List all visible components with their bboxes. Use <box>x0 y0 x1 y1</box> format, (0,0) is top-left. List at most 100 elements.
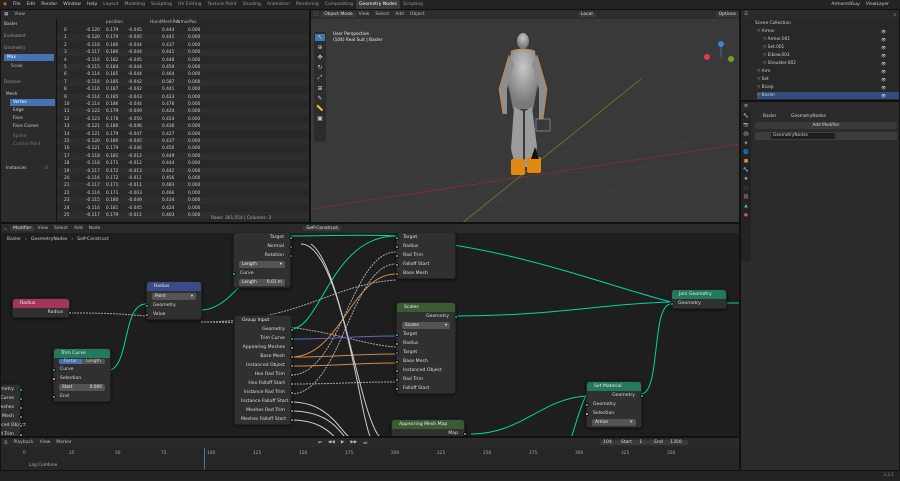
socket-selection[interactable]: Selection <box>584 409 641 418</box>
tool-tab-icon[interactable]: 🔧 <box>743 114 749 119</box>
outliner-item[interactable]: ▽ Armor 👁 <box>757 28 899 35</box>
visibility-icon[interactable]: 👁 <box>881 44 886 51</box>
menu-file[interactable]: File <box>10 2 24 7</box>
particles-tab-icon[interactable]: ✺ <box>744 177 748 182</box>
socket[interactable]: Falloff Start <box>394 384 455 393</box>
prev-key-icon[interactable]: ◀◀ <box>325 440 338 445</box>
socket[interactable]: Trim Curve <box>235 334 294 343</box>
annotate-tool-icon[interactable]: ✎ <box>317 95 322 102</box>
visibility-icon[interactable]: 👁 <box>881 36 886 43</box>
menu-window[interactable]: Window <box>60 2 84 7</box>
evaluated-mode[interactable]: Evaluated <box>4 33 26 40</box>
menu-help[interactable]: Help <box>84 2 100 7</box>
tab-uv-editing[interactable]: UV Editing <box>175 0 204 9</box>
end-frame-field[interactable]: End 1350 <box>648 440 688 445</box>
menu-add[interactable]: Add <box>392 12 407 17</box>
item-max[interactable]: Max <box>4 54 54 61</box>
node-length[interactable]: Target Normal Rotation Length ▾ Curve Len… <box>231 233 293 288</box>
socket[interactable]: Hex Falloff Start <box>235 379 294 388</box>
viewport-canvas[interactable] <box>311 19 740 223</box>
socket[interactable]: Target <box>394 233 455 242</box>
object-tab-icon[interactable]: ■ <box>744 159 748 164</box>
outliner-item[interactable]: ▽ Armor.001 👁 <box>763 36 899 43</box>
scale-tool-icon[interactable]: ⤢ <box>318 74 323 82</box>
editor-type-icon[interactable]: ▦ <box>1 12 11 17</box>
length-button[interactable]: Length <box>82 359 105 364</box>
visibility-icon[interactable]: 👁 <box>881 28 886 35</box>
move-tool-icon[interactable]: ✥ <box>317 54 322 61</box>
socket-map[interactable]: Map <box>392 429 467 436</box>
transform-orientation[interactable]: Local <box>577 12 596 17</box>
tab-texture-paint[interactable]: Texture Paint <box>205 0 240 9</box>
socket-curve[interactable]: Curve <box>231 269 290 278</box>
socket-radius[interactable]: Radius <box>13 308 72 317</box>
column-header[interactable]: position <box>106 19 123 26</box>
socket[interactable]: Falloff Start <box>394 260 455 269</box>
domain-face-corner[interactable]: Face Corner <box>13 123 39 130</box>
menu-view[interactable]: View <box>37 440 54 445</box>
measure-tool-icon[interactable]: 📏 <box>316 105 323 112</box>
menu-edit[interactable]: Edit <box>23 2 38 7</box>
transform-tool-icon[interactable]: ⊞ <box>317 85 322 92</box>
world-tab-icon[interactable]: 🌐 <box>743 150 749 155</box>
socket[interactable]: Hex Rad Trim <box>235 370 294 379</box>
tab-modeling[interactable]: Modeling <box>122 0 148 9</box>
play-icon[interactable]: ▶ <box>338 440 347 445</box>
domain-edge[interactable]: Edge <box>13 107 24 114</box>
socket-geometry[interactable]: Geometry <box>669 299 726 308</box>
menu-render[interactable]: Render <box>38 2 60 7</box>
render-tab-icon[interactable]: 📷 <box>743 123 749 128</box>
socket[interactable]: Base Mesh <box>394 357 455 366</box>
view-layer-selector[interactable]: ViewLayer <box>863 2 892 7</box>
domain-vertex[interactable]: Vertex <box>10 99 55 106</box>
node-set-radius[interactable]: Target Radius Rad Trim Falloff Start Base Me… <box>394 233 456 279</box>
output-tab-icon[interactable]: 🖨 <box>743 132 749 137</box>
domain-instances[interactable]: Instances <box>6 165 27 172</box>
socket[interactable]: Instanced Object <box>235 361 294 370</box>
menu-playback[interactable]: Playback <box>11 440 37 445</box>
menu-marker[interactable]: Marker <box>53 440 75 445</box>
node-scales[interactable]: Scales Geometry Scales ▾ Target Radius Targ… <box>394 302 458 394</box>
socket[interactable]: Rad Trim <box>1 430 23 436</box>
socket-value[interactable]: Value <box>144 310 201 319</box>
socket-curve[interactable]: Curve <box>51 365 110 374</box>
socket[interactable]: Appearing Meshes <box>235 343 294 352</box>
socket[interactable]: Target <box>394 330 455 339</box>
node-join-geometry[interactable]: Join Geometry Geometry <box>669 289 727 309</box>
node-group-input[interactable]: Group Input Geometry Trim Curve Appearing … <box>234 315 294 425</box>
playhead[interactable] <box>204 448 205 470</box>
socket[interactable]: Geometry <box>235 325 294 334</box>
tab-geometry-nodes[interactable]: Geometry Nodes <box>356 0 400 9</box>
menu-select[interactable]: Select <box>372 12 392 17</box>
editor-type-icon[interactable]: ☰ <box>741 12 751 17</box>
outliner-item[interactable]: ▽ Basler 👁 <box>757 92 899 99</box>
node-radius[interactable]: Radius Point ▾ Geometry Value <box>144 281 202 320</box>
item-scale[interactable]: Scale <box>11 63 23 70</box>
tab-scripting[interactable]: Scripting <box>400 0 426 9</box>
select-tool-icon[interactable]: ↖ <box>315 34 325 41</box>
outliner-item[interactable]: ▽ Set 👁 <box>757 76 899 83</box>
tab-shading[interactable]: Shading <box>240 0 264 9</box>
node-trim-curve[interactable]: Trim Curve Factor Length Curve Selection… <box>51 348 111 402</box>
length-field[interactable]: Length 0.01 m <box>239 279 285 286</box>
socket-target[interactable]: Target <box>234 233 293 242</box>
character-model[interactable] <box>498 33 551 175</box>
scene-tab-icon[interactable]: ◈ <box>744 141 747 146</box>
rotate-tool-icon[interactable]: ↻ <box>317 64 322 71</box>
modifier-name-field[interactable]: GeometryNodes <box>771 133 835 139</box>
menu-object[interactable]: Object <box>407 12 428 17</box>
navigation-gizmo[interactable] <box>704 41 734 62</box>
socket-selection[interactable]: Selection <box>51 374 110 383</box>
filter-icon[interactable]: ⌕ <box>890 12 899 18</box>
domain-face[interactable]: Face <box>13 115 23 122</box>
domain-mesh[interactable]: Mesh <box>6 91 17 98</box>
outliner-item[interactable]: ▽ Arm 👁 <box>757 68 899 75</box>
mode-selector[interactable]: Object Mode <box>321 12 356 17</box>
socket-geometry-out[interactable]: Geometry <box>397 312 458 321</box>
visibility-icon[interactable]: 👁 <box>881 68 886 75</box>
socket[interactable]: Instance Falloff Start <box>235 397 294 406</box>
socket[interactable]: Base Mesh <box>394 269 455 278</box>
socket[interactable]: Meshes Falloff Start <box>235 415 294 424</box>
node-set-material[interactable]: Set Material Geometry Geometry Selection… <box>584 381 644 428</box>
add-modifier-button[interactable]: Add Modifier <box>755 122 897 129</box>
